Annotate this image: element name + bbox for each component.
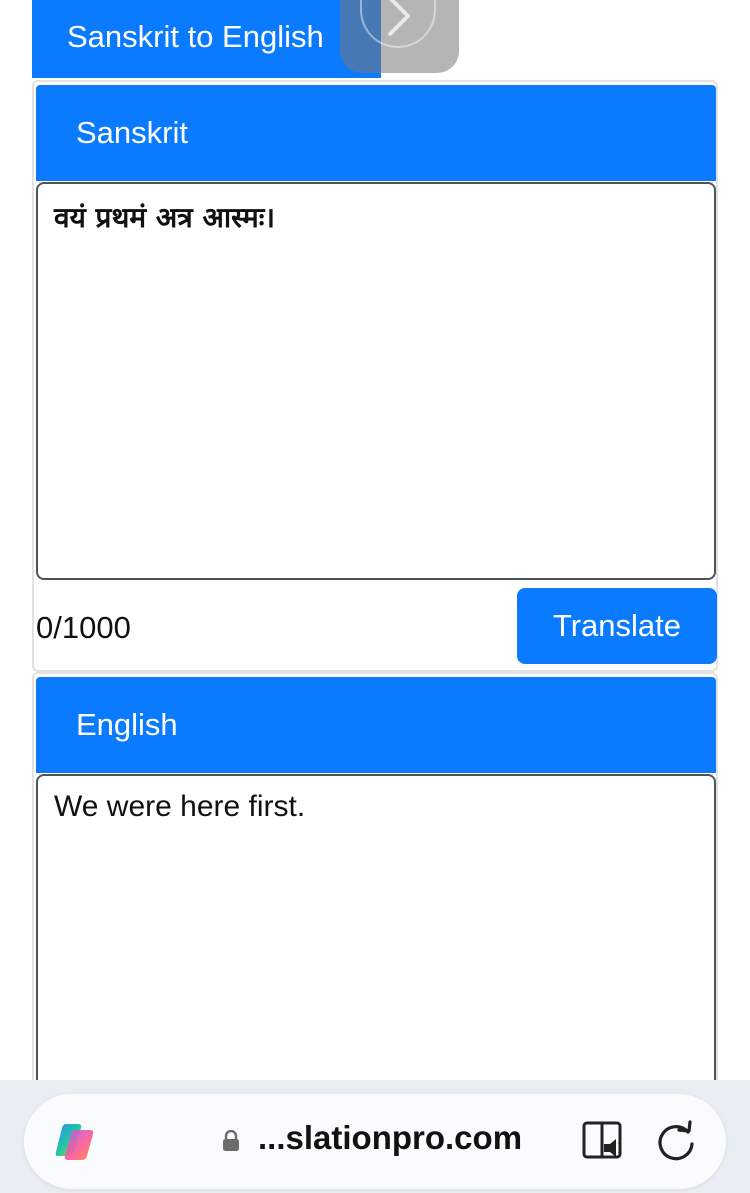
translate-button[interactable]: Translate xyxy=(517,588,717,664)
chevron-right-icon xyxy=(388,0,410,36)
reload-icon[interactable] xyxy=(654,1120,698,1164)
source-language-header: Sanskrit xyxy=(36,85,716,181)
source-panel: Sanskrit वयं प्रथमं अत्र आस्मः। 0/1000 T… xyxy=(32,80,718,672)
copilot-icon[interactable] xyxy=(52,1118,98,1164)
read-aloud-icon[interactable] xyxy=(582,1120,626,1162)
character-counter: 0/1000 xyxy=(36,610,131,645)
target-language-header: English xyxy=(36,677,716,773)
tab-sanskrit-to-english[interactable]: Sanskrit to English xyxy=(32,0,381,78)
lock-icon xyxy=(223,1130,239,1151)
address-bar[interactable]: ...slationpro.com xyxy=(24,1094,726,1189)
source-text-input[interactable]: वयं प्रथमं अत्र आस्मः। xyxy=(36,182,716,580)
url-text[interactable]: ...slationpro.com xyxy=(258,1119,522,1157)
forward-nav-button[interactable] xyxy=(340,0,459,73)
browser-toolbar: ...slationpro.com xyxy=(0,1080,750,1193)
